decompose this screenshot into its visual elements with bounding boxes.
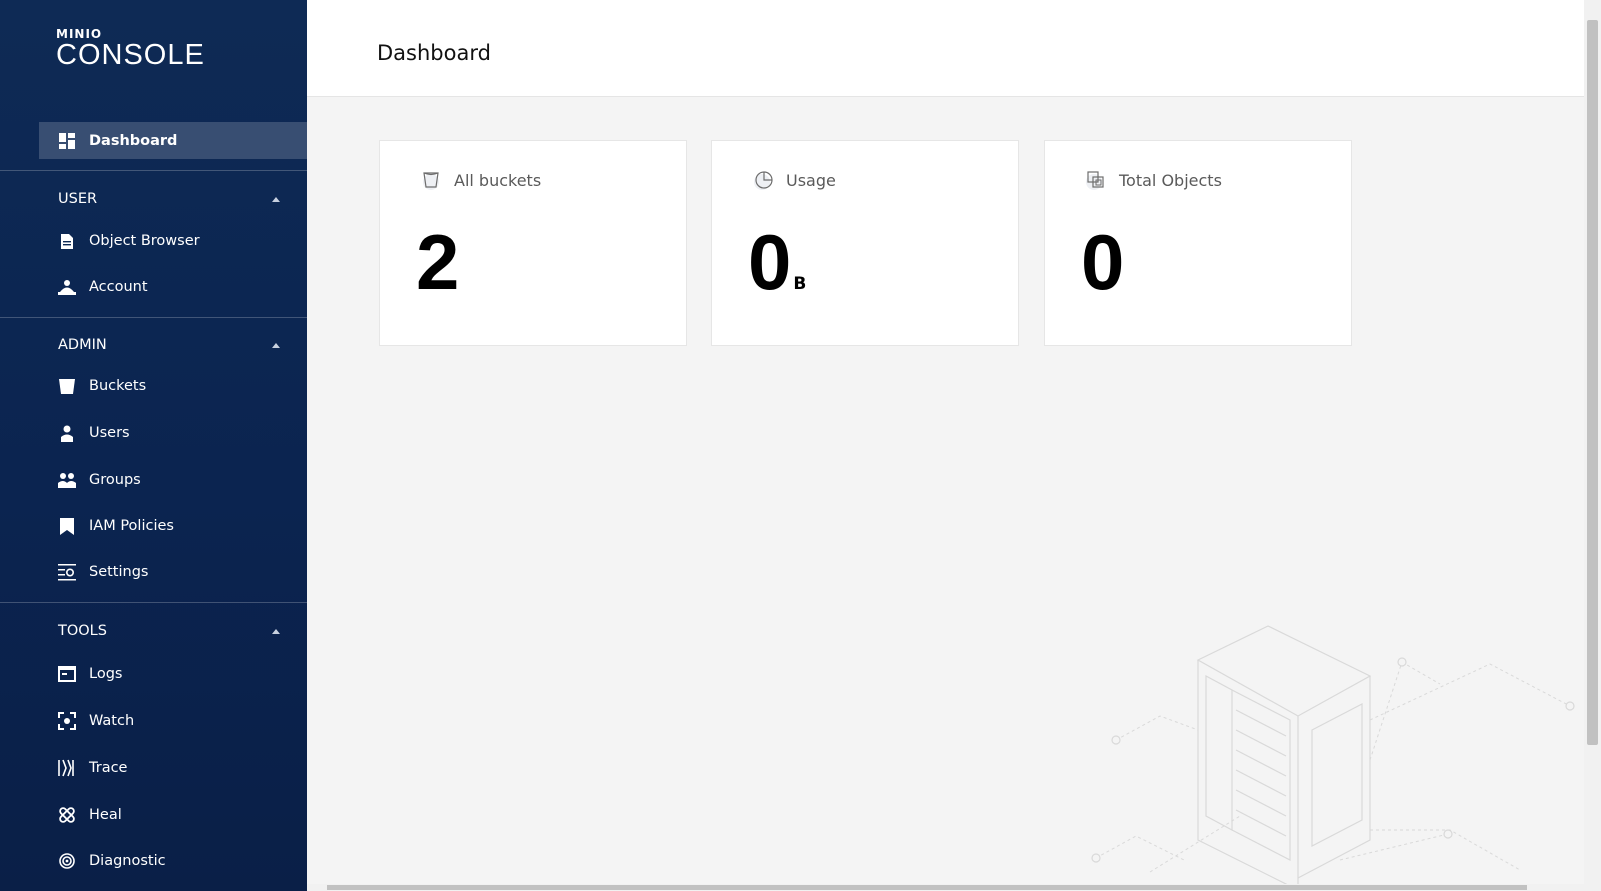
card-value: 0 <box>1081 217 1126 329</box>
sidebar-item-label: IAM Policies <box>89 518 174 534</box>
sidebar-item-buckets[interactable]: Buckets <box>58 375 146 397</box>
divider <box>0 317 307 318</box>
group-icon <box>58 471 76 489</box>
user-icon <box>58 424 76 442</box>
logs-icon <box>58 665 76 683</box>
sidebar-item-diagnostic[interactable]: Diagnostic <box>58 850 166 872</box>
divider <box>0 602 307 603</box>
bookmark-icon <box>58 517 76 535</box>
logo-product: CONSOLE <box>56 39 205 71</box>
scrollbar-thumb[interactable] <box>1587 20 1598 745</box>
section-header-tools[interactable]: TOOLS <box>58 620 280 642</box>
sidebar-item-label: Buckets <box>89 378 147 394</box>
account-icon <box>58 278 76 296</box>
watch-icon <box>58 712 76 730</box>
card-total-objects: Total Objects 0 <box>1044 140 1352 346</box>
section-label: ADMIN <box>58 337 107 353</box>
sidebar-item-users[interactable]: Users <box>58 422 130 444</box>
section-label: USER <box>58 191 98 207</box>
caret-up-icon <box>272 628 280 634</box>
card-label: Usage <box>786 170 836 190</box>
sidebar-item-watch[interactable]: Watch <box>58 710 134 732</box>
divider <box>0 170 307 171</box>
sidebar-item-groups[interactable]: Groups <box>58 469 141 491</box>
sidebar-item-dashboard[interactable]: Dashboard <box>39 122 307 159</box>
sidebar-item-label: Settings <box>89 564 149 580</box>
diagnostic-icon <box>58 852 76 870</box>
card-label: Total Objects <box>1119 170 1222 190</box>
settings-icon <box>58 563 76 581</box>
sidebar-item-label: Object Browser <box>89 233 200 249</box>
card-all-buckets: All buckets 2 <box>379 140 687 346</box>
card-value-number: 0 <box>748 218 792 306</box>
main-header: Dashboard <box>307 0 1584 97</box>
vertical-scrollbar[interactable] <box>1584 0 1601 891</box>
sidebar-item-settings[interactable]: Settings <box>58 561 148 583</box>
card-label: All buckets <box>454 170 542 190</box>
card-value-number: 2 <box>416 218 460 306</box>
pie-chart-icon <box>752 169 774 191</box>
sidebar-item-heal[interactable]: Heal <box>58 804 122 826</box>
objects-icon <box>1085 169 1107 191</box>
sidebar-item-label: Groups <box>89 472 141 488</box>
logo[interactable]: MINIO CONSOLE <box>56 28 205 70</box>
server-illustration <box>1091 625 1575 885</box>
sidebar: MINIO CONSOLE Dashboard USER Object Brow… <box>0 0 307 891</box>
sidebar-item-label: Users <box>89 425 130 441</box>
sidebar-item-trace[interactable]: Trace <box>58 757 127 779</box>
file-icon <box>58 232 76 250</box>
card-value: 0B <box>748 217 806 329</box>
sidebar-item-object-browser[interactable]: Object Browser <box>58 230 200 252</box>
dashboard-icon <box>58 132 76 150</box>
sidebar-item-label: Heal <box>89 807 122 823</box>
section-header-admin[interactable]: ADMIN <box>58 334 280 356</box>
horizontal-scrollbar[interactable] <box>307 884 1584 891</box>
caret-up-icon <box>272 342 280 348</box>
sidebar-item-label: Account <box>89 279 148 295</box>
sidebar-item-iam-policies[interactable]: IAM Policies <box>58 515 174 537</box>
heal-icon <box>58 806 76 824</box>
caret-up-icon <box>272 196 280 202</box>
sidebar-item-account[interactable]: Account <box>58 276 148 298</box>
sidebar-item-label: Logs <box>89 666 123 682</box>
page-title: Dashboard <box>377 41 491 65</box>
card-value-unit: B <box>793 274 807 294</box>
sidebar-item-label: Dashboard <box>89 133 178 149</box>
trace-icon <box>58 759 76 777</box>
card-value: 2 <box>416 217 461 329</box>
sidebar-item-dashboard-inner: Dashboard <box>58 130 177 152</box>
card-usage: Usage 0B <box>711 140 1019 346</box>
bucket-icon <box>58 377 76 395</box>
sidebar-item-logs[interactable]: Logs <box>58 663 122 685</box>
section-header-user[interactable]: USER <box>58 188 280 210</box>
bucket-outline-icon <box>420 169 442 191</box>
scrollbar-thumb[interactable] <box>327 885 1527 890</box>
sidebar-item-label: Trace <box>89 760 128 776</box>
section-label: TOOLS <box>58 623 107 639</box>
card-value-number: 0 <box>1081 218 1125 306</box>
sidebar-item-label: Diagnostic <box>89 853 166 869</box>
sidebar-item-label: Watch <box>89 713 135 729</box>
